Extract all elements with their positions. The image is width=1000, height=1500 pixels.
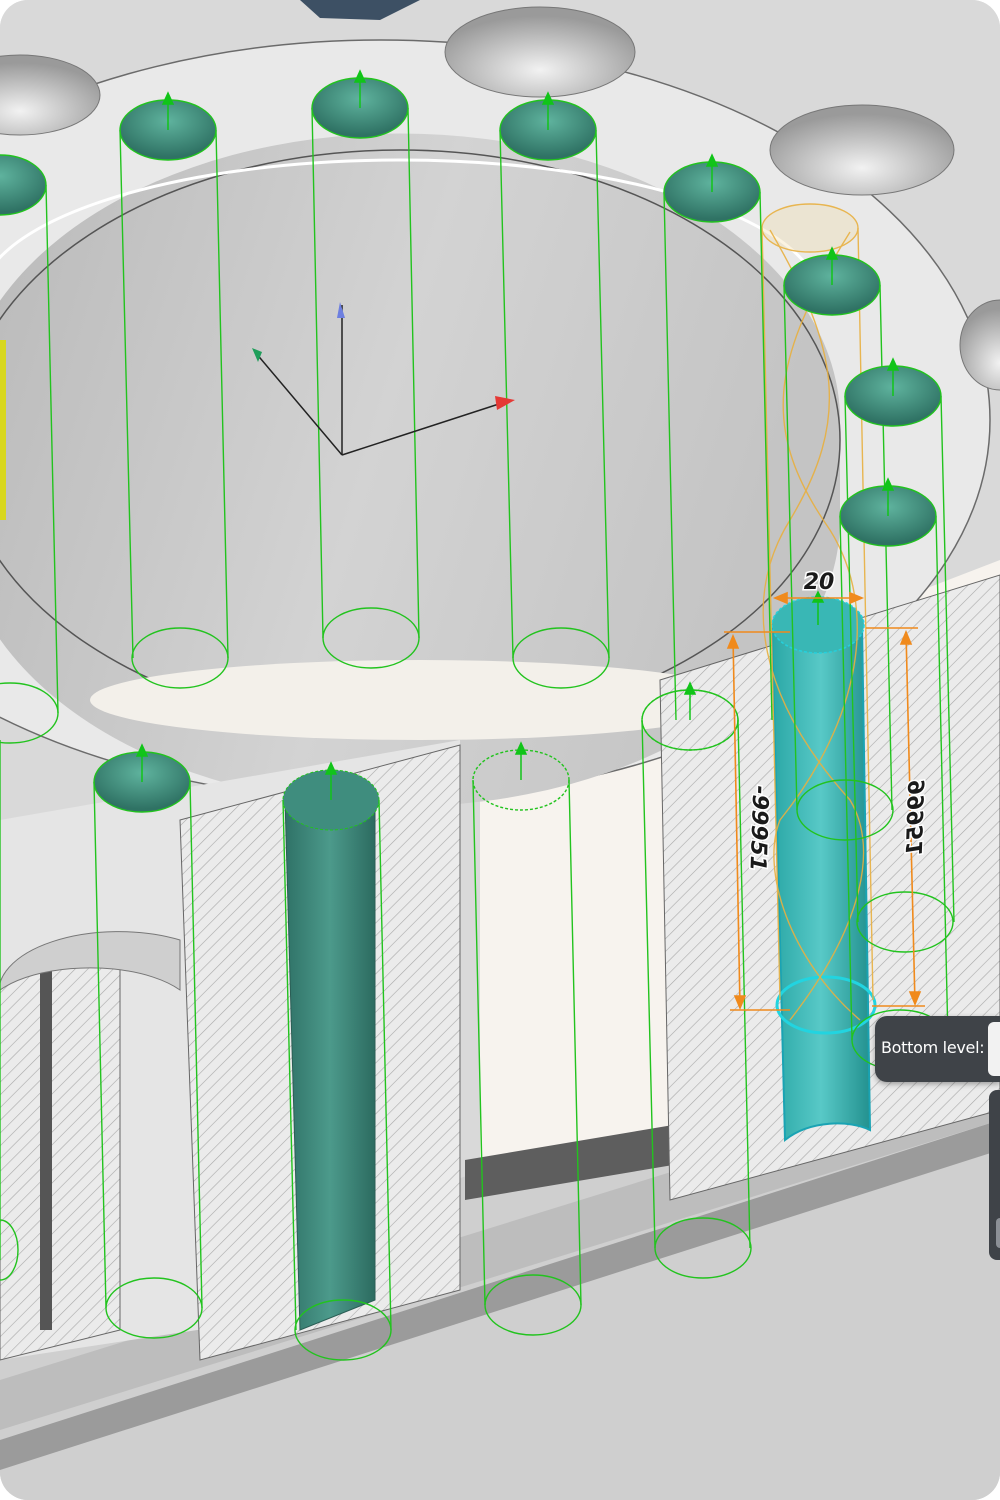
selected-hole[interactable] — [770, 596, 877, 1143]
bottom-level-hud: Bottom level: — [875, 1016, 1000, 1082]
cad-app: 20 -99951 99951 Bottom level: — [0, 0, 1000, 1500]
panel-handle[interactable] — [996, 1218, 1000, 1248]
dimension-left-label[interactable]: -99951 — [743, 783, 774, 872]
bottom-level-input[interactable] — [988, 1022, 1000, 1076]
side-panel[interactable] — [989, 1090, 1000, 1260]
highlight-edge — [0, 340, 6, 520]
cut-hole-teal[interactable] — [282, 769, 380, 1331]
bottom-level-label: Bottom level: — [881, 1038, 985, 1057]
dimension-right-label[interactable]: 99951 — [901, 778, 932, 858]
3d-viewport[interactable]: 20 -99951 99951 — [0, 0, 1000, 1500]
dimension-width-label[interactable]: 20 — [802, 569, 836, 597]
